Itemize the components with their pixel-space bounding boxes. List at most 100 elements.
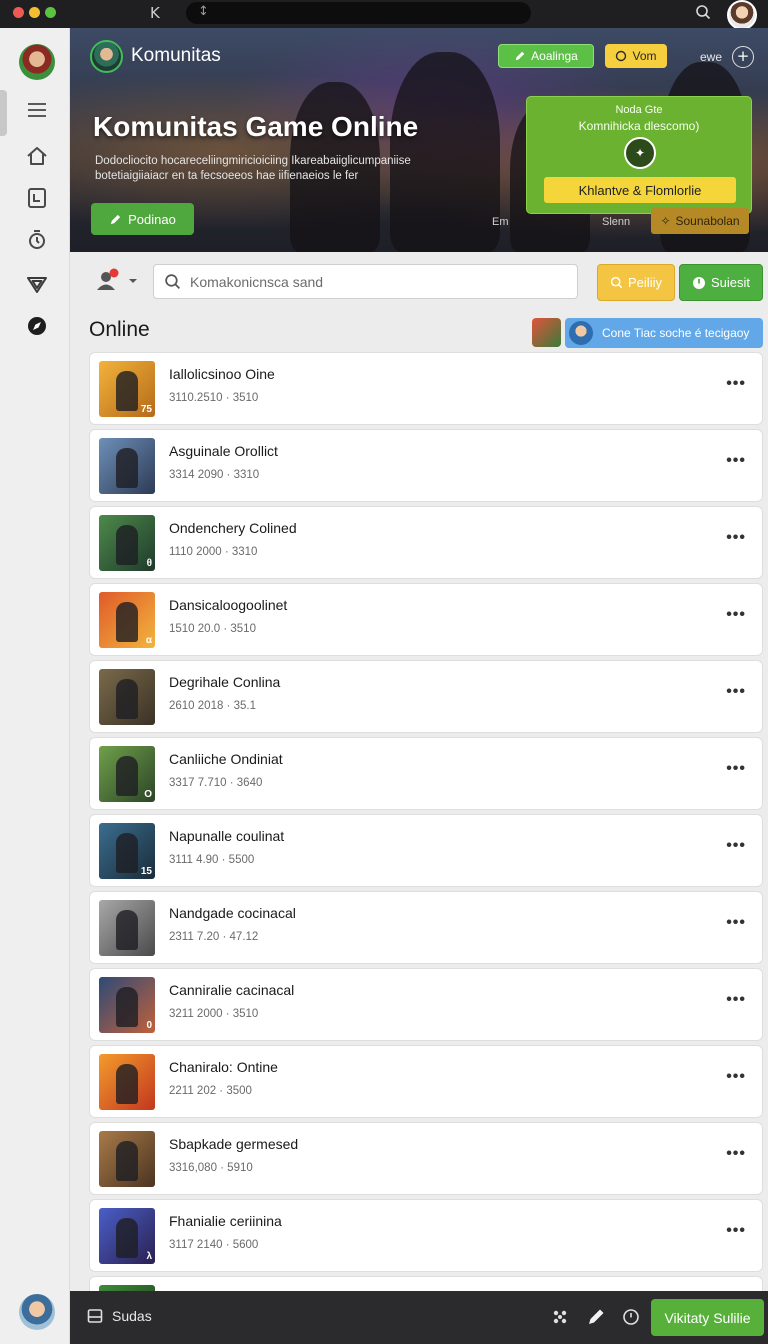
list-item[interactable]: Nandgade cocinacal 2311 7.20 · 47.12 ••• xyxy=(89,891,763,964)
address-bar[interactable]: ↕ xyxy=(186,2,531,24)
game-badge: 15 xyxy=(140,866,152,877)
list-item[interactable]: θ Ondenchery Colined 1110 2000 · 3310 ••• xyxy=(89,506,763,579)
list-item[interactable]: 0 Canniralie cacinacal 3211 2000 · 3510 ••• xyxy=(89,968,763,1041)
source-button[interactable]: ✧ Sounabolan xyxy=(651,208,749,234)
banner-small-label: Em xyxy=(492,216,509,228)
inbox-icon[interactable] xyxy=(87,1308,103,1329)
nav-glyph[interactable]: K xyxy=(150,4,160,22)
timer-icon[interactable] xyxy=(25,228,49,252)
game-thumbnail[interactable] xyxy=(99,1054,155,1110)
game-thumbnail[interactable]: 75 xyxy=(99,361,155,417)
game-thumbnail[interactable]: θ xyxy=(99,515,155,571)
search-icon[interactable] xyxy=(695,4,711,25)
gamepad-icon[interactable] xyxy=(551,1308,569,1331)
more-options-icon[interactable]: ••• xyxy=(726,452,746,470)
more-options-icon[interactable]: ••• xyxy=(726,683,746,701)
game-thumbnail[interactable]: λ xyxy=(99,1208,155,1264)
join-button[interactable]: Vikitaty Sulilie xyxy=(651,1299,764,1336)
game-meta: 1110 2000 · 3310 xyxy=(169,546,258,558)
more-options-icon[interactable]: ••• xyxy=(726,1068,746,1086)
home-icon[interactable] xyxy=(25,144,49,168)
game-title[interactable]: Iallolicsinoo Oine xyxy=(169,366,275,382)
game-thumbnail[interactable] xyxy=(99,900,155,956)
community-avatar[interactable] xyxy=(90,40,123,73)
compass-icon[interactable] xyxy=(25,314,49,338)
game-thumbnail[interactable] xyxy=(99,438,155,494)
list-item[interactable]: 75 Iallolicsinoo Oine 3110.2510 · 3510 ••• xyxy=(89,352,763,425)
more-options-icon[interactable]: ••• xyxy=(726,1145,746,1163)
game-thumbnail[interactable] xyxy=(99,1131,155,1187)
close-window-dot[interactable] xyxy=(13,7,24,18)
list-item[interactable]: Chaniralo: Ontine 2211 202 · 3500 ••• xyxy=(89,1045,763,1118)
vote-pill-button[interactable]: Vom xyxy=(605,44,667,68)
game-meta: 3117 2140 · 5600 xyxy=(169,1239,259,1251)
chip-avatar xyxy=(569,321,593,345)
edit-icon[interactable] xyxy=(587,1308,605,1331)
maximize-window-dot[interactable] xyxy=(45,7,56,18)
list-item[interactable]: λ Fhanialie ceriinina 3117 2140 · 5600 ••• xyxy=(89,1199,763,1272)
community-banner: Komunitas Komunitas Game Online Dodoclio… xyxy=(70,28,768,252)
mini-game-thumbnail[interactable] xyxy=(532,318,561,347)
game-thumbnail[interactable]: α xyxy=(99,592,155,648)
filter-button[interactable]: Peiliiy xyxy=(597,264,675,301)
sidebar-active-indicator xyxy=(0,90,7,136)
game-art-figure xyxy=(116,448,138,488)
clock-icon[interactable] xyxy=(622,1308,640,1331)
promo-chip[interactable]: Cone Tiac soche é tecigaoy xyxy=(565,318,763,348)
bottom-bar-label: Sudas xyxy=(112,1308,152,1324)
list-item[interactable]: Degrihale Conlina 2610 2018 · 35.1 ••• xyxy=(89,660,763,733)
user-avatar[interactable] xyxy=(727,0,757,30)
game-title[interactable]: Ondenchery Colined xyxy=(169,520,297,536)
list-item[interactable]: Asguinale Orollict 3314 2090 · 3310 ••• xyxy=(89,429,763,502)
search-bar[interactable] xyxy=(153,264,578,299)
game-title[interactable]: Asguinale Orollict xyxy=(169,443,278,459)
game-art-figure xyxy=(116,602,138,642)
more-options-icon[interactable]: ••• xyxy=(726,529,746,547)
post-button[interactable]: Podinao xyxy=(91,203,194,235)
game-title[interactable]: Sbapkade germesed xyxy=(169,1136,298,1152)
list-item[interactable]: 15 Napunalle coulinat 3111 4.90 · 5500 ••• xyxy=(89,814,763,887)
list-item[interactable]: α Dansicaloogoolinet 1510 20.0 · 3510 ••• xyxy=(89,583,763,656)
game-title[interactable]: Fhanialie ceriinina xyxy=(169,1213,282,1229)
sidebar-bottom-avatar[interactable] xyxy=(19,1294,55,1330)
more-options-icon[interactable]: ••• xyxy=(726,991,746,1009)
more-options-icon[interactable]: ••• xyxy=(726,375,746,393)
game-title[interactable]: Chaniralo: Ontine xyxy=(169,1059,278,1075)
game-thumbnail[interactable]: 15 xyxy=(99,823,155,879)
share-icon[interactable]: ✦ xyxy=(624,137,656,169)
add-icon[interactable]: + xyxy=(732,46,754,68)
game-thumbnail[interactable]: 0 xyxy=(99,977,155,1033)
list-item[interactable]: O Canliiche Ondiniat 3317 7.710 · 3640 ••• xyxy=(89,737,763,810)
game-title[interactable]: Napunalle coulinat xyxy=(169,828,284,844)
notifications-dropdown[interactable] xyxy=(95,268,141,299)
more-options-icon[interactable]: ••• xyxy=(726,760,746,778)
edit-pill-button[interactable]: Aoalinga xyxy=(498,44,594,68)
menu-icon[interactable] xyxy=(25,98,49,122)
search-input[interactable] xyxy=(190,265,570,298)
game-thumbnail[interactable]: O xyxy=(99,746,155,802)
sidebar-avatar[interactable] xyxy=(19,44,55,80)
game-art-figure xyxy=(116,679,138,719)
promo-button[interactable]: Khlantve & Flomlorlie xyxy=(544,177,736,203)
more-options-icon[interactable]: ••• xyxy=(726,837,746,855)
more-options-icon[interactable]: ••• xyxy=(726,1222,746,1240)
shield-icon[interactable] xyxy=(25,272,49,296)
game-badge: θ xyxy=(146,558,152,569)
minimize-window-dot[interactable] xyxy=(29,7,40,18)
game-title[interactable]: Degrihale Conlina xyxy=(169,674,280,690)
list-item[interactable]: Sbapkade germesed 3316,080 · 5910 ••• xyxy=(89,1122,763,1195)
game-meta: 2211 202 · 3500 xyxy=(169,1085,252,1097)
submit-button[interactable]: Suiesit xyxy=(679,264,763,301)
game-art-figure xyxy=(116,910,138,950)
more-options-icon[interactable]: ••• xyxy=(726,914,746,932)
library-icon[interactable] xyxy=(25,186,49,210)
game-thumbnail[interactable] xyxy=(99,669,155,725)
game-title[interactable]: Canniralie cacinacal xyxy=(169,982,294,998)
game-title[interactable]: Canliiche Ondiniat xyxy=(169,751,283,767)
more-options-icon[interactable]: ••• xyxy=(726,606,746,624)
search-icon xyxy=(164,273,181,295)
game-title[interactable]: Nandgade cocinacal xyxy=(169,905,296,921)
promo-heading: Noda Gte xyxy=(615,104,663,116)
game-title[interactable]: Dansicaloogoolinet xyxy=(169,597,287,613)
game-meta: 3111 4.90 · 5500 xyxy=(169,854,255,866)
